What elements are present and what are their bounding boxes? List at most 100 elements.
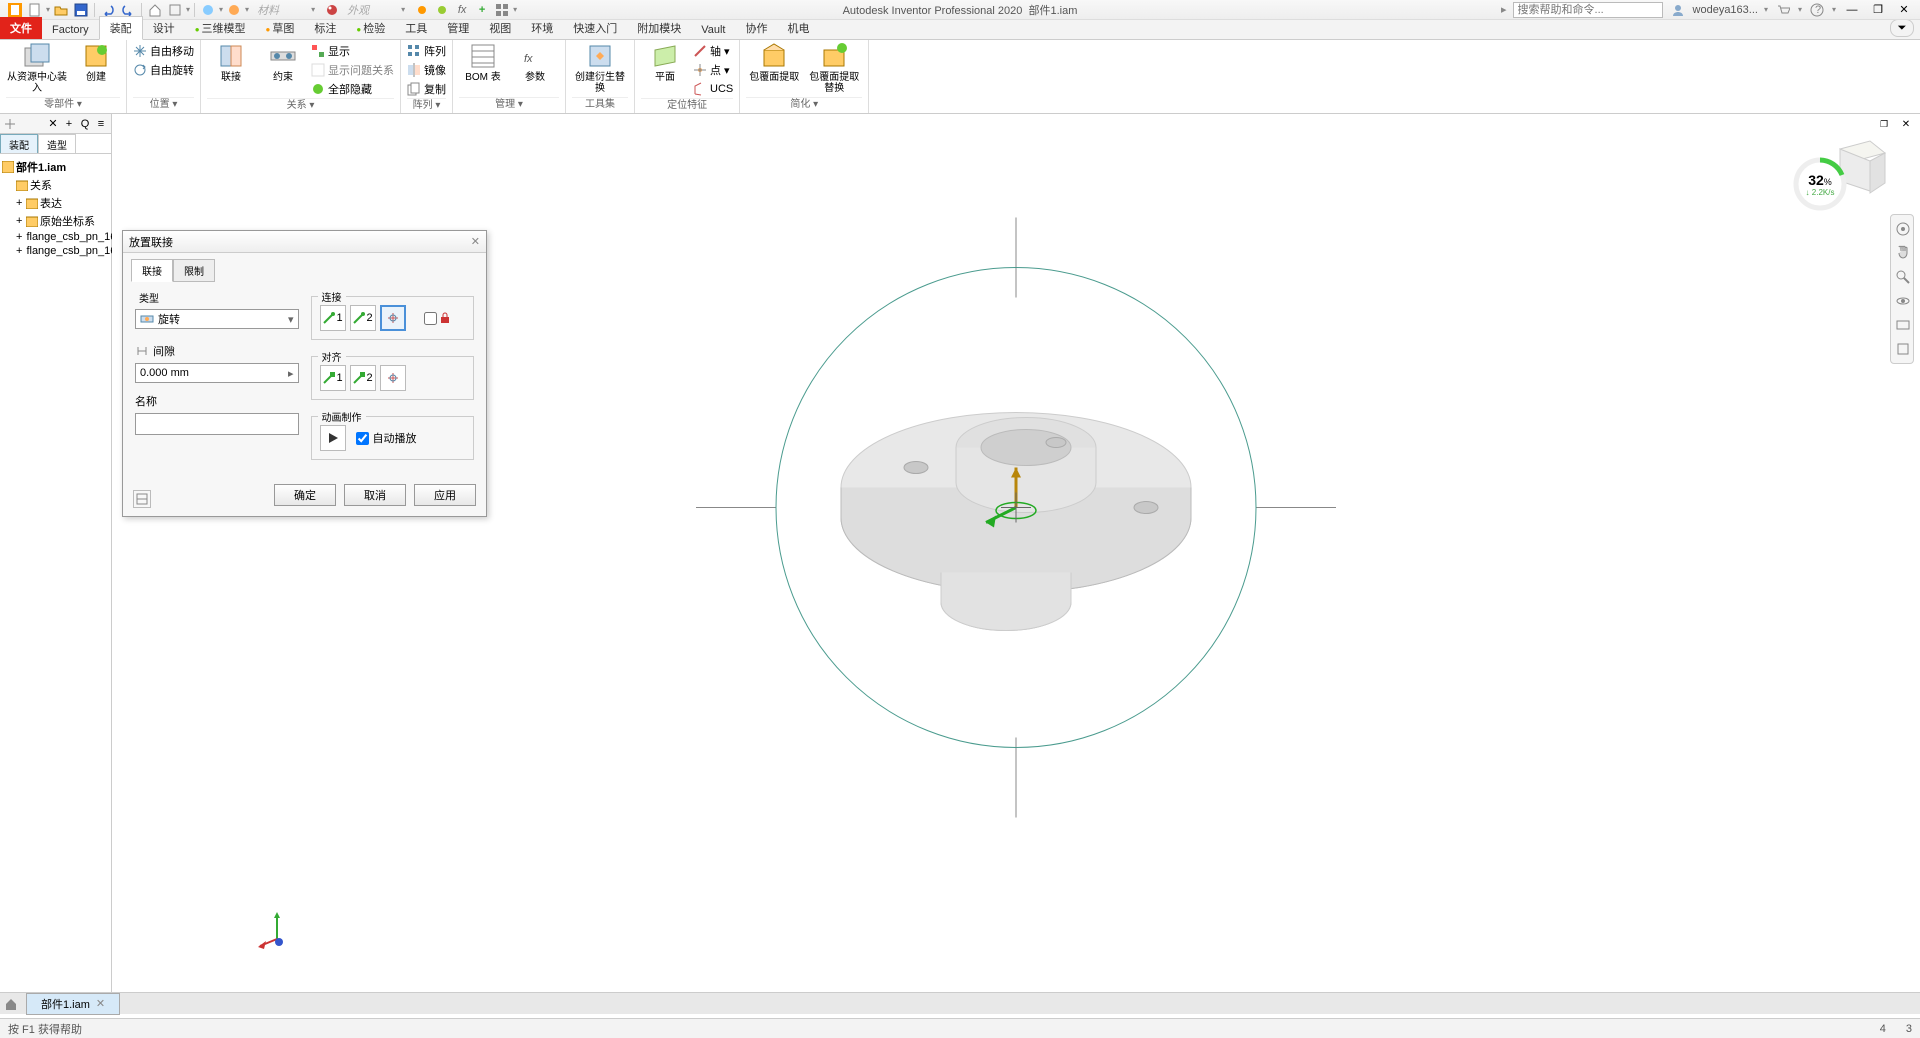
dialog-titlebar[interactable]: 放置联接 ✕: [123, 231, 486, 253]
tab-getstarted[interactable]: 快速入门: [563, 17, 627, 39]
fx-text-icon[interactable]: fx: [453, 1, 471, 19]
new-icon[interactable]: [26, 1, 44, 19]
tab-inspect[interactable]: 检验: [346, 17, 395, 39]
color-b-icon[interactable]: [433, 1, 451, 19]
appearance-icon[interactable]: [323, 1, 341, 19]
home-icon[interactable]: [146, 1, 164, 19]
search-input[interactable]: [1513, 2, 1663, 18]
tab-collaborate[interactable]: 协作: [735, 17, 777, 39]
free-rotate-button[interactable]: 自由旋转: [133, 61, 194, 79]
pattern-button[interactable]: 阵列: [407, 42, 446, 60]
nav-clip-icon[interactable]: [1893, 339, 1913, 359]
shrinkwrap-sub-button[interactable]: 包覆面提取替换: [806, 42, 862, 94]
tree-root[interactable]: 部件1.iam: [2, 158, 109, 176]
cancel-button[interactable]: 取消: [344, 484, 406, 506]
tab-view[interactable]: 视图: [479, 17, 521, 39]
tab-sketch[interactable]: 草图: [256, 17, 305, 39]
hide-all-button[interactable]: 全部隐藏: [311, 80, 394, 98]
doctab-part1[interactable]: 部件1.iam ✕: [26, 993, 120, 1015]
tree-origin[interactable]: +原始坐标系: [2, 212, 109, 230]
show-sick-button[interactable]: 显示问题关系: [311, 61, 394, 79]
autoplay-checkbox[interactable]: 自动播放: [356, 430, 417, 446]
tab-addins[interactable]: 附加模块: [627, 17, 691, 39]
copy-button[interactable]: 复制: [407, 80, 446, 98]
tree-part1[interactable]: +flange_csb_pn_16_n: [2, 230, 109, 244]
tab-annotate[interactable]: 标注: [304, 17, 346, 39]
apply-button[interactable]: 应用: [414, 484, 476, 506]
minimize-button[interactable]: —: [1842, 2, 1862, 18]
open-icon[interactable]: [52, 1, 70, 19]
browser-pin-icon[interactable]: [3, 115, 17, 133]
name-input[interactable]: [135, 413, 299, 435]
plane-button[interactable]: 平面: [641, 42, 689, 83]
user-icon[interactable]: [1669, 1, 1687, 19]
tab-electromech[interactable]: 机电: [777, 17, 819, 39]
free-move-button[interactable]: 自由移动: [133, 42, 194, 60]
nav-zoom-icon[interactable]: [1893, 267, 1913, 287]
derive-substitute-button[interactable]: 创建衍生替换: [572, 42, 628, 94]
browser-tab-modeling[interactable]: 造型: [38, 134, 76, 153]
close-button[interactable]: ✕: [1894, 2, 1914, 18]
tab-manage[interactable]: 管理: [437, 17, 479, 39]
dialog-expand-icon[interactable]: [133, 490, 151, 508]
place-from-cc-button[interactable]: 从资源中心装入: [6, 42, 68, 94]
color-a-icon[interactable]: [413, 1, 431, 19]
material-icon[interactable]: [199, 1, 217, 19]
align-pick2[interactable]: 2: [350, 365, 376, 391]
shrinkwrap-button[interactable]: 包覆面提取: [746, 42, 802, 83]
plus-icon[interactable]: +: [473, 1, 491, 19]
bom-button[interactable]: BOM 表: [459, 42, 507, 83]
browser-menu-icon[interactable]: ≡: [94, 115, 108, 133]
doc-close-icon[interactable]: ✕: [1896, 116, 1916, 132]
dialog-tab-joint[interactable]: 联接: [131, 259, 173, 282]
save-icon[interactable]: [72, 1, 90, 19]
point-button[interactable]: 点 ▾: [693, 61, 733, 79]
dialog-close-icon[interactable]: ✕: [471, 235, 480, 248]
create-button[interactable]: 创建: [72, 42, 120, 83]
doc-restore-icon[interactable]: ❐: [1874, 116, 1894, 132]
cart-icon[interactable]: [1774, 1, 1792, 19]
nav-home-icon[interactable]: [1893, 219, 1913, 239]
connect-pick1[interactable]: 1: [320, 305, 346, 331]
tab-design[interactable]: 设计: [143, 17, 185, 39]
tab-assembly[interactable]: 装配: [99, 16, 143, 40]
help-icon[interactable]: ?: [1808, 1, 1826, 19]
material-dropdown[interactable]: 材料: [257, 2, 279, 18]
tab-3dmodel[interactable]: 三维模型: [185, 17, 256, 39]
user-label[interactable]: wodeya163...: [1693, 4, 1758, 16]
doctab-home-icon[interactable]: [0, 993, 22, 1015]
doctab-close-icon[interactable]: ✕: [96, 997, 105, 1010]
tab-factory[interactable]: Factory: [42, 21, 99, 39]
browser-add-icon[interactable]: +: [62, 115, 76, 133]
parameters-button[interactable]: fx 参数: [511, 42, 559, 83]
axis-button[interactable]: 轴 ▾: [693, 42, 733, 60]
tab-file[interactable]: 文件: [0, 17, 42, 39]
dialog-tab-limits[interactable]: 限制: [173, 259, 215, 282]
gap-input[interactable]: 0.000 mm ▸: [135, 363, 299, 383]
select-icon[interactable]: [166, 1, 184, 19]
tab-tools[interactable]: 工具: [395, 17, 437, 39]
browser-search-icon[interactable]: Q: [78, 115, 92, 133]
connect-lock-checkbox[interactable]: [424, 305, 451, 331]
connect-pick2[interactable]: 2: [350, 305, 376, 331]
tree-representations[interactable]: +表达: [2, 194, 109, 212]
browser-tab-assembly[interactable]: 装配: [0, 134, 38, 153]
play-button[interactable]: [320, 425, 346, 451]
tab-environment[interactable]: 环境: [521, 17, 563, 39]
align-pick1[interactable]: 1: [320, 365, 346, 391]
nav-lookat-icon[interactable]: [1893, 315, 1913, 335]
app-icon[interactable]: [6, 1, 24, 19]
show-button[interactable]: 显示: [311, 42, 394, 60]
appearance-dropdown[interactable]: 外观: [347, 2, 369, 18]
tree-part2[interactable]: +flange_csb_pn_16_n: [2, 244, 109, 258]
grid-icon[interactable]: [493, 1, 511, 19]
browser-close-icon[interactable]: ✕: [46, 115, 60, 133]
fx-icon[interactable]: [225, 1, 243, 19]
nav-pan-icon[interactable]: [1893, 243, 1913, 263]
tab-vault[interactable]: Vault: [691, 21, 735, 39]
joint-button[interactable]: 联接: [207, 42, 255, 83]
restore-button[interactable]: ❐: [1868, 2, 1888, 18]
align-flip-icon[interactable]: [380, 365, 406, 391]
mirror-button[interactable]: 镜像: [407, 61, 446, 79]
ucs-button[interactable]: UCS: [693, 80, 733, 98]
